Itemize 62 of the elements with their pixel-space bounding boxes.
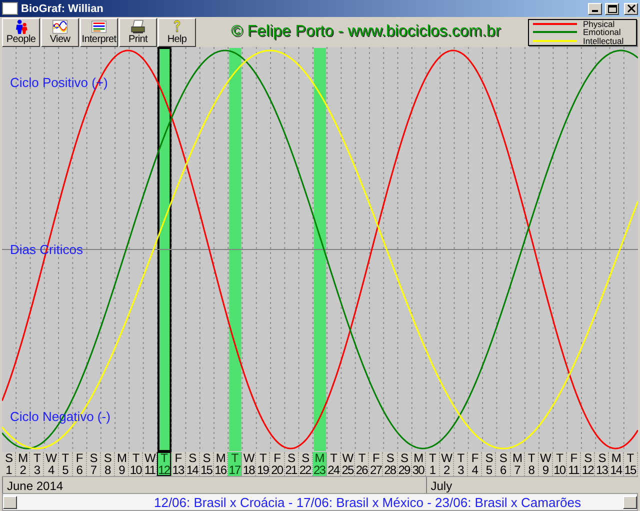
day-cell[interactable]: T 12 bbox=[157, 452, 172, 476]
day-cell[interactable]: W 18 bbox=[242, 452, 256, 476]
day-cell[interactable]: S 15 bbox=[200, 452, 214, 476]
day-cell[interactable]: T 10 bbox=[552, 452, 567, 476]
day-cell[interactable]: F 4 bbox=[468, 452, 482, 476]
window-title: BioGraf: Willian bbox=[21, 2, 104, 14]
toolbar-button[interactable]: Help bbox=[158, 18, 196, 46]
day-cell[interactable]: F 6 bbox=[72, 452, 87, 476]
legend-label: Physical bbox=[583, 20, 615, 28]
day-cell[interactable]: M 2 bbox=[16, 452, 30, 476]
day-cell[interactable]: S 6 bbox=[496, 452, 510, 476]
day-cell[interactable]: F 11 bbox=[567, 452, 582, 476]
day-cell[interactable]: W 9 bbox=[538, 452, 553, 476]
toolbar-button[interactable]: Interpret bbox=[80, 18, 118, 46]
toolbar-button[interactable]: Print bbox=[119, 18, 157, 46]
day-cell[interactable]: M 7 bbox=[510, 452, 525, 476]
day-cell[interactable]: S 28 bbox=[383, 452, 398, 476]
day-cell[interactable]: M 14 bbox=[609, 452, 624, 476]
day-cell[interactable]: S 29 bbox=[398, 452, 412, 476]
day-cell[interactable]: S 8 bbox=[100, 452, 115, 476]
app-icon bbox=[2, 2, 18, 15]
day-cell[interactable]: T 17 bbox=[228, 452, 242, 476]
day-cell[interactable]: M 9 bbox=[115, 452, 130, 476]
day-cell[interactable]: F 13 bbox=[172, 452, 186, 476]
toolbar-button[interactable]: People bbox=[2, 18, 40, 46]
legend-label: Intellectual bbox=[583, 36, 625, 45]
day-cell[interactable]: W 2 bbox=[440, 452, 454, 476]
legend-label: Emotional bbox=[583, 28, 622, 36]
minimize-button[interactable] bbox=[588, 2, 602, 14]
day-cell[interactable]: T 24 bbox=[326, 452, 341, 476]
day-cell[interactable]: S 5 bbox=[482, 452, 496, 476]
day-cell[interactable]: M 30 bbox=[412, 452, 426, 476]
day-cell[interactable]: S 1 bbox=[2, 452, 16, 476]
close-button[interactable] bbox=[624, 2, 638, 14]
day-cell[interactable]: T 26 bbox=[355, 452, 370, 476]
day-cell[interactable]: S 21 bbox=[284, 452, 299, 476]
day-cell[interactable]: T 8 bbox=[524, 452, 539, 476]
maximize-button[interactable] bbox=[605, 2, 619, 14]
minimize-icon bbox=[592, 10, 598, 12]
day-cell[interactable]: T 15 bbox=[624, 452, 638, 476]
day-cell[interactable]: T 3 bbox=[454, 452, 468, 476]
banner-text: © Felipe Porto - www.biociclos.com.br bbox=[231, 23, 502, 41]
day-cell[interactable]: F 20 bbox=[270, 452, 284, 476]
day-cell[interactable]: T 1 bbox=[426, 452, 440, 476]
close-icon bbox=[626, 4, 636, 13]
day-cell[interactable]: T 10 bbox=[129, 452, 144, 476]
day-cell[interactable]: S 12 bbox=[581, 452, 596, 476]
day-cell[interactable]: F 27 bbox=[369, 452, 384, 476]
scroll-left-button[interactable] bbox=[3, 496, 17, 508]
day-cell[interactable]: S 13 bbox=[595, 452, 610, 476]
day-cell[interactable]: S 7 bbox=[86, 452, 101, 476]
scroll-right-button[interactable] bbox=[623, 496, 637, 508]
toolbar-button[interactable]: View bbox=[41, 18, 79, 46]
day-cell[interactable]: T 3 bbox=[30, 452, 44, 476]
day-cell[interactable]: T 5 bbox=[58, 452, 73, 476]
day-cell[interactable]: M 23 bbox=[312, 452, 327, 476]
day-cell[interactable]: W 25 bbox=[341, 452, 356, 476]
day-cell[interactable]: T 19 bbox=[256, 452, 270, 476]
ticker-text: 12/06: Brasil x Croácia - 17/06: Brasil x México - 23/06: Brasil x Camarões bbox=[152, 494, 582, 510]
day-cell[interactable]: W 4 bbox=[44, 452, 58, 476]
maximize-icon bbox=[608, 4, 616, 12]
day-cell[interactable]: S 14 bbox=[186, 452, 200, 476]
